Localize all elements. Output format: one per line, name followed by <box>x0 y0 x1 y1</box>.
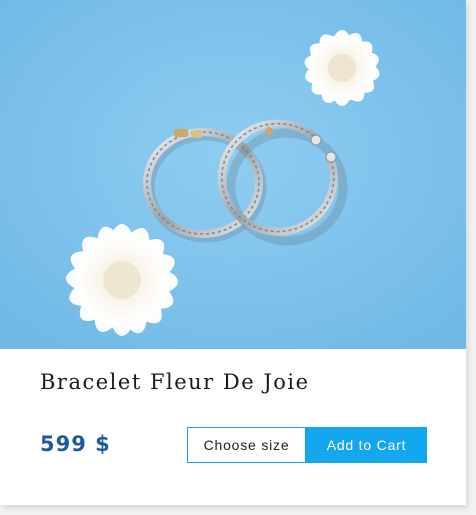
add-to-cart-button[interactable]: Add to Cart <box>306 427 427 463</box>
choose-size-button[interactable]: Choose size <box>187 427 306 463</box>
product-image[interactable] <box>0 0 466 349</box>
product-photo-illustration <box>0 0 466 349</box>
product-title: Bracelet Fleur De Joie <box>40 370 310 394</box>
product-card: Bracelet Fleur De Joie 599 $ Choose size… <box>0 0 466 505</box>
product-price: 599 $ <box>40 432 111 456</box>
